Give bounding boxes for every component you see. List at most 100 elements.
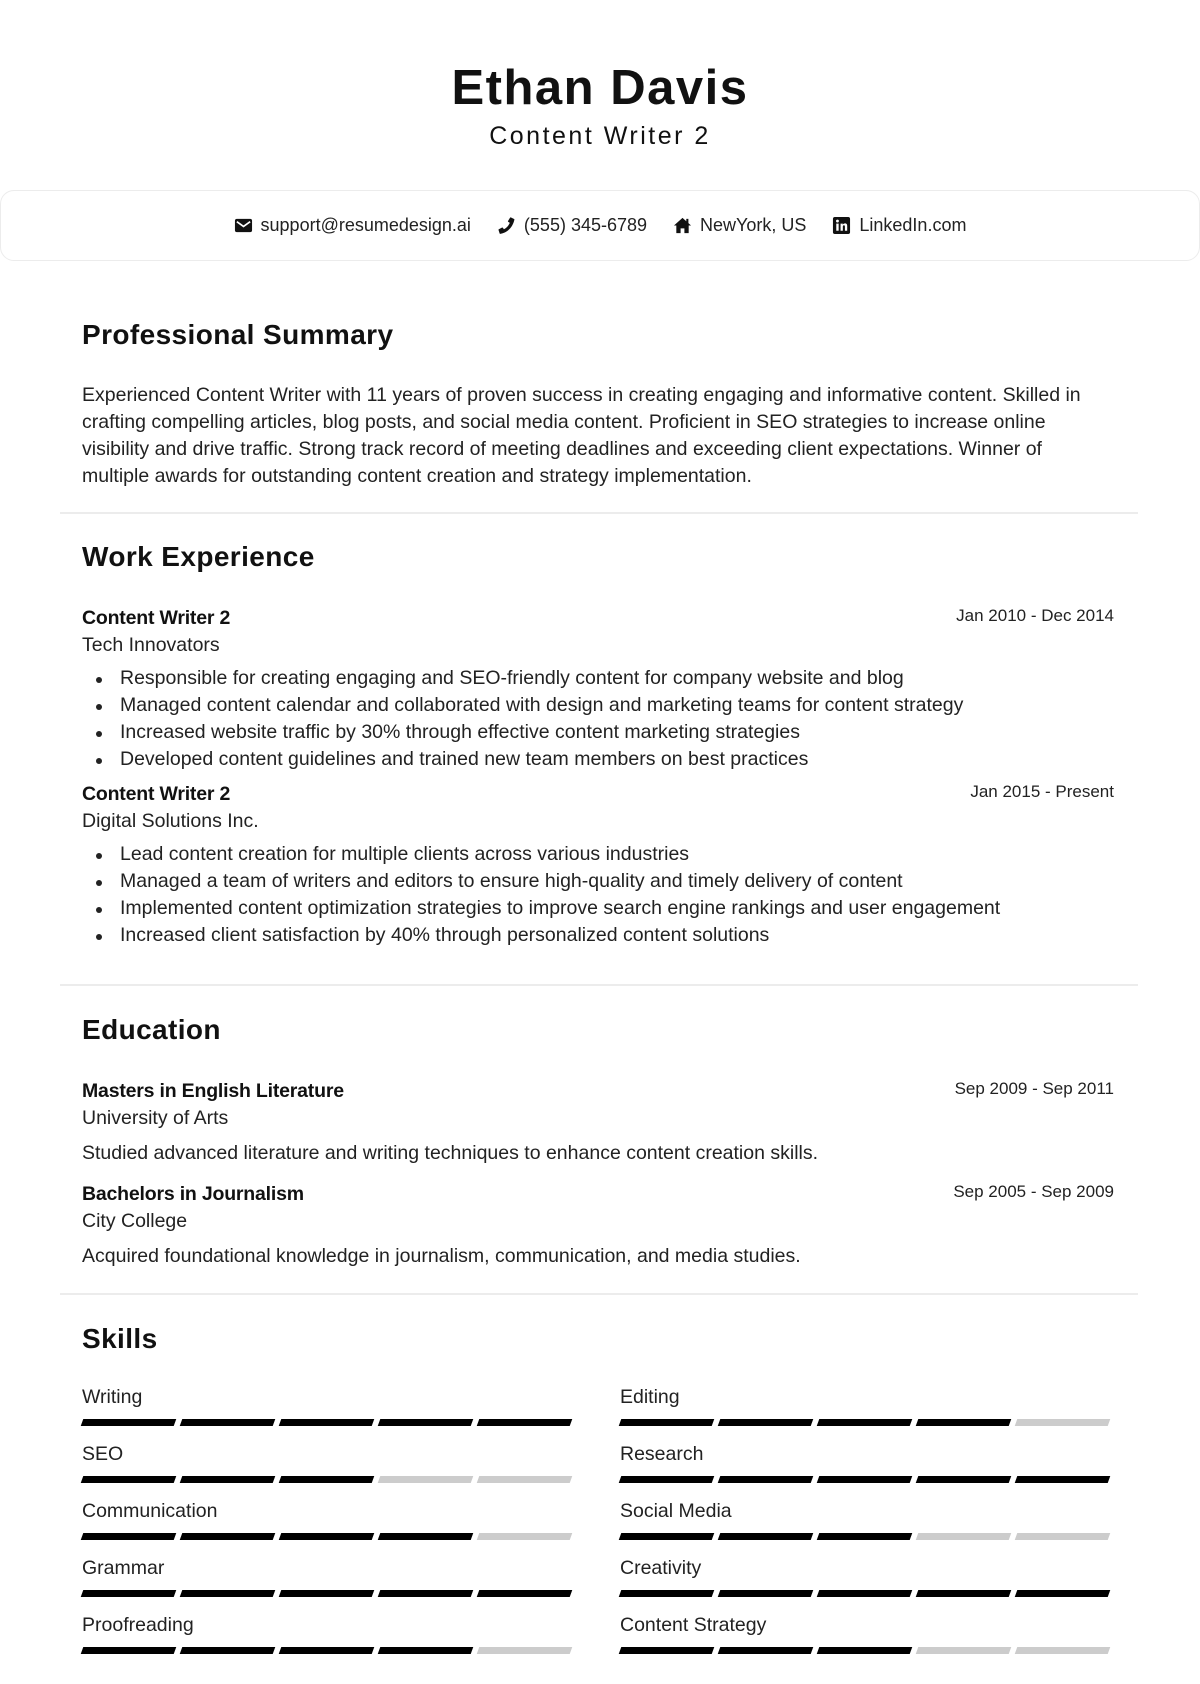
contact-location: NewYork, US [673,215,806,236]
contact-phone[interactable]: (555) 345-6789 [497,215,647,236]
skill-name: Content Strategy [620,1614,767,1636]
skill-item: Communication [80,1498,574,1555]
section-heading: Skills [82,1323,158,1354]
education-dates: Sep 2005 - Sep 2009 [953,1182,1114,1201]
job-company: Tech Innovators [82,634,220,656]
job-bullet: Increased client satisfaction by 40% thr… [82,922,1114,949]
contact-linkedin[interactable]: LinkedIn.com [832,215,966,236]
skill-segment-filled [915,1590,1012,1597]
skill-segment-filled [476,1590,573,1597]
section-heading: Professional Summary [82,319,394,350]
skill-segment-empty [476,1647,573,1654]
skill-item: Research [618,1441,1112,1498]
home-icon [673,216,692,235]
skill-segment-empty [476,1476,573,1483]
job-bullet: Implemented content optimization strateg… [82,895,1114,922]
skill-item: Writing [80,1384,574,1441]
envelope-icon [234,216,253,235]
skill-segment-filled [278,1419,375,1426]
job-entry: Content Writer 2 Jan 2010 - Dec 2014 Tec… [82,605,1114,773]
location-text: NewYork, US [700,215,807,235]
school-name: University of Arts [82,1107,229,1129]
section-divider [60,984,1138,986]
summary-section: Professional Summary Experienced Content… [82,318,1114,490]
skill-name: Proofreading [82,1614,194,1636]
education-description: Acquired foundational knowledge in journ… [82,1245,801,1267]
skill-segment-empty [1014,1419,1111,1426]
degree-title: Masters in English Literature [82,1080,344,1102]
job-entry: Content Writer 2 Jan 2015 - Present Digi… [82,781,1114,949]
skill-name: Research [620,1443,704,1465]
phone-icon [497,216,516,235]
section-heading: Work Experience [82,541,315,572]
skill-item: Social Media [618,1498,1112,1555]
skill-name: SEO [82,1443,124,1465]
skill-segment-filled [1014,1476,1111,1483]
job-title: Content Writer 2 [82,607,231,629]
skill-level-bar [80,1590,574,1597]
skill-item: Proofreading [80,1612,574,1669]
skill-name: Social Media [620,1500,732,1522]
linkedin-icon [832,216,851,235]
skill-name: Editing [620,1386,680,1408]
skill-name: Creativity [620,1557,702,1579]
skills-grid: Writing Editing SEO Research Communication So… [80,1384,1114,1669]
education-entry: Masters in English Literature Sep 2009 -… [82,1078,1114,1167]
contact-email[interactable]: support@resumedesign.ai [234,215,471,236]
skill-segment-filled [816,1476,913,1483]
skill-segment-filled [278,1647,375,1654]
skill-segment-filled [717,1419,814,1426]
skill-segment-filled [915,1476,1012,1483]
skill-level-bar [618,1533,1112,1540]
experience-section: Work Experience Content Writer 2 Jan 201… [82,540,1114,949]
skill-segment-filled [278,1476,375,1483]
job-bullet: Responsible for creating engaging and SE… [82,665,1114,692]
skill-segment-filled [179,1419,276,1426]
skill-segment-filled [179,1590,276,1597]
resume-header: Ethan Davis Content Writer 2 [0,58,1200,152]
skill-segment-filled [80,1533,177,1540]
skill-segment-filled [278,1533,375,1540]
skill-segment-filled [618,1590,715,1597]
skill-segment-filled [179,1476,276,1483]
skill-segment-empty [476,1533,573,1540]
linkedin-text: LinkedIn.com [859,215,967,235]
job-bullet: Increased website traffic by 30% through… [82,719,1114,746]
job-company: Digital Solutions Inc. [82,810,259,832]
skill-segment-filled [717,1590,814,1597]
contact-bar: support@resumedesign.ai (555) 345-6789 N… [0,190,1200,261]
skill-segment-filled [377,1590,474,1597]
section-divider [60,1293,1138,1295]
skill-level-bar [80,1533,574,1540]
email-text: support@resumedesign.ai [260,215,471,235]
job-dates: Jan 2015 - Present [970,782,1114,801]
skill-segment-filled [377,1647,474,1654]
skill-segment-filled [377,1419,474,1426]
skill-level-bar [618,1419,1112,1426]
skill-segment-filled [377,1533,474,1540]
skill-segment-filled [618,1419,715,1426]
job-bullet: Managed a team of writers and editors to… [82,868,1114,895]
section-divider [60,512,1138,514]
skill-segment-filled [717,1533,814,1540]
skill-segment-filled [618,1476,715,1483]
skill-segment-filled [80,1419,177,1426]
skill-segment-filled [816,1419,913,1426]
skill-segment-empty [915,1647,1012,1654]
education-description: Studied advanced literature and writing … [82,1142,819,1164]
school-name: City College [82,1210,188,1232]
skill-segment-empty [377,1476,474,1483]
skill-item: Editing [618,1384,1112,1441]
skill-segment-filled [717,1647,814,1654]
skill-item: SEO [80,1441,574,1498]
candidate-title: Content Writer 2 [489,122,711,150]
skill-level-bar [618,1476,1112,1483]
education-dates: Sep 2009 - Sep 2011 [954,1079,1114,1098]
skill-segment-empty [1014,1533,1111,1540]
skill-segment-filled [816,1533,913,1540]
job-bullets: Responsible for creating engaging and SE… [82,665,1114,773]
skill-item: Content Strategy [618,1612,1112,1669]
skill-segment-filled [717,1476,814,1483]
skill-segment-filled [476,1419,573,1426]
skill-segment-filled [278,1590,375,1597]
